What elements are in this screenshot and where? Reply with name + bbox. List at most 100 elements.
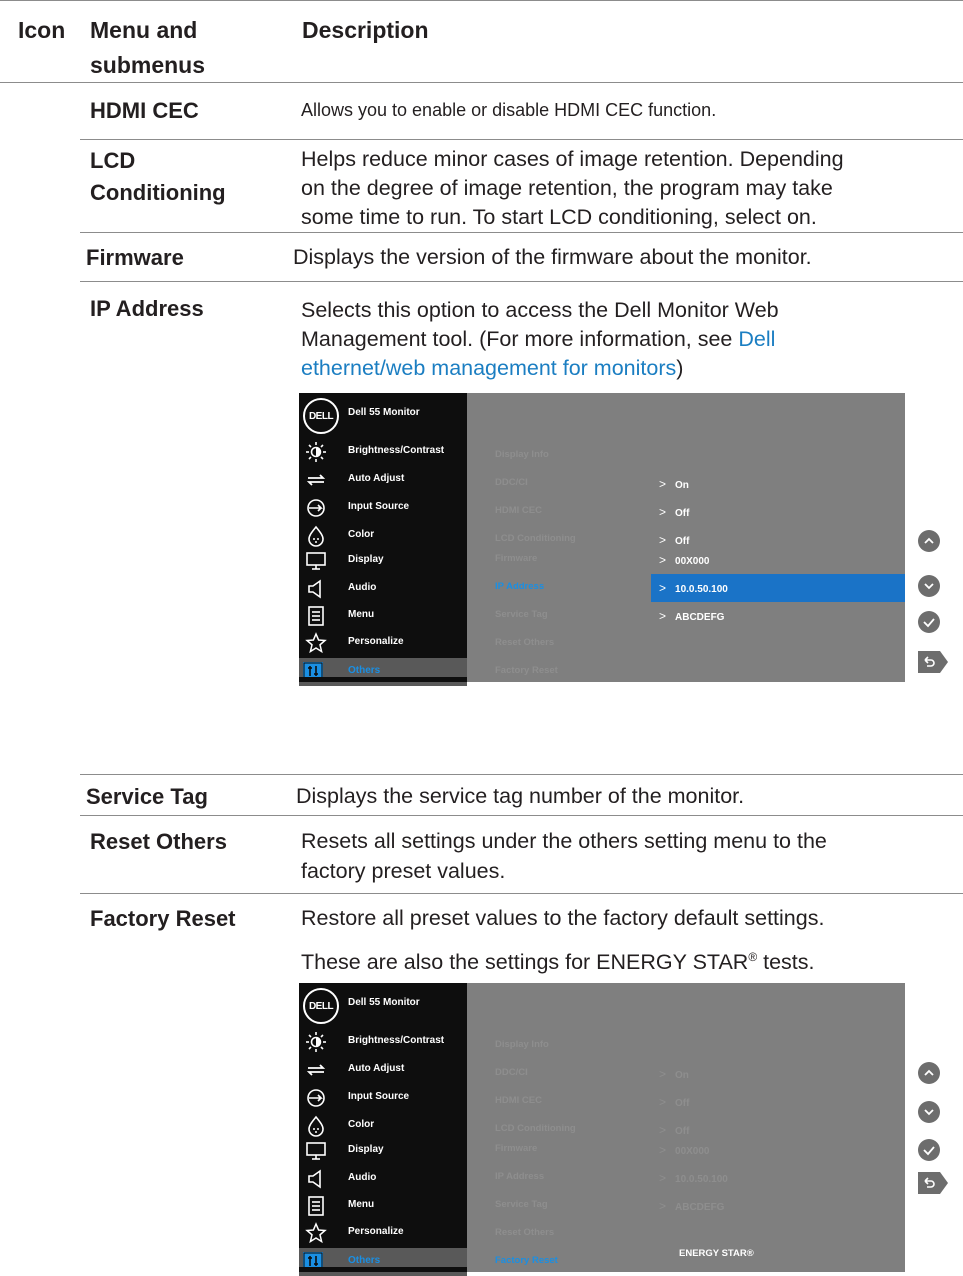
column-header-icon: Icon [18, 17, 66, 43]
down-arrow-icon[interactable] [918, 1101, 940, 1123]
desc-firmware: Displays the version of the firmware abo… [293, 245, 812, 269]
registered-mark: ® [748, 950, 758, 964]
desc-line: Restore all preset values to the factory… [301, 906, 825, 930]
osd-menu-label: Others [348, 1255, 381, 1266]
osd-menu-item[interactable]: Color [299, 522, 467, 550]
osd-value-hdmi-cec: > Off [659, 505, 690, 519]
dell-logo: DELL [303, 988, 339, 1024]
desc-text: tests. [757, 950, 815, 975]
display-icon [305, 1140, 327, 1162]
column-header-menu: Menu and [90, 17, 198, 43]
row-divider [80, 815, 963, 816]
osd-menu-label: Auto Adjust [348, 473, 405, 484]
osd-value-ddcci: > On [659, 1067, 689, 1081]
osd-screenshot-factory-reset: DELL Dell 55 Monitor Brightness/Contrast… [299, 983, 905, 1276]
table-top-rule [0, 0, 963, 1]
down-arrow-icon[interactable] [918, 575, 940, 597]
dell-link[interactable]: Dell [738, 327, 775, 351]
osd-menu-item[interactable]: Menu [299, 1192, 467, 1220]
desc-line: ethernet/web management for monitors) [301, 353, 683, 384]
color-icon [305, 525, 327, 547]
term-lcd-conditioning: LCD [90, 148, 136, 173]
menu-icon [305, 1195, 327, 1217]
term-ip-address: IP Address [90, 296, 204, 321]
row-divider [80, 774, 963, 775]
osd-value-firmware: >00X000 [659, 1143, 710, 1157]
desc-line: Management tool. (For more information, … [301, 324, 775, 355]
osd-menu-item[interactable]: Personalize [299, 629, 467, 657]
osd-menu-item[interactable]: Auto Adjust [299, 1056, 467, 1084]
osd-value-ip-address: >10.0.50.100 [659, 1171, 728, 1185]
back-icon[interactable] [918, 651, 948, 673]
osd-menu-item[interactable]: Brightness/Contrast [299, 1028, 467, 1056]
osd-value-hdmi-cec: > Off [659, 1095, 690, 1109]
osd-submenu-item[interactable]: Display Info [495, 1039, 549, 1050]
osd-menu-label: Color [348, 1119, 375, 1130]
osd-menu-item[interactable]: Brightness/Contrast [299, 438, 467, 466]
osd-menu-label: Others [348, 665, 381, 676]
ethernet-web-management-link[interactable]: ethernet/web management for monitors [301, 356, 676, 380]
up-arrow-icon[interactable] [918, 1062, 940, 1084]
term-hdmi-cec: HDMI CEC [90, 98, 199, 123]
osd-submenu-item[interactable]: IP Address [495, 581, 544, 592]
osd-value-energy-star: ENERGY STAR® [679, 1248, 754, 1259]
osd-menu-item[interactable]: Menu [299, 602, 467, 630]
osd-sidebar-bottom [299, 677, 467, 682]
osd-submenu-item[interactable]: Reset Others [495, 1227, 554, 1238]
osd-submenu-item[interactable]: DDC/CI [495, 1067, 528, 1078]
osd-submenu-item[interactable]: Firmware [495, 553, 537, 564]
osd-submenu-item[interactable]: DDC/CI [495, 477, 528, 488]
osd-menu-item[interactable]: Auto Adjust [299, 466, 467, 494]
desc-text: ) [676, 356, 684, 380]
osd-menu-item[interactable]: Color [299, 1112, 467, 1140]
osd-menu-item[interactable]: Input Source [299, 1084, 467, 1112]
osd-submenu-item[interactable]: LCD Conditioning [495, 1123, 576, 1134]
osd-menu-label: Brightness/Contrast [348, 445, 445, 456]
osd-menu-label: Input Source [348, 1091, 410, 1102]
osd-menu-label: Display [348, 554, 384, 565]
auto-adjust-icon [305, 469, 327, 491]
back-icon[interactable] [918, 1172, 948, 1194]
osd-menu-label: Personalize [348, 1226, 404, 1237]
check-icon[interactable] [918, 611, 940, 633]
osd-submenu-item[interactable]: Factory Reset [495, 1255, 558, 1266]
up-arrow-icon[interactable] [918, 530, 940, 552]
desc-line: on the degree of image retention, the pr… [301, 176, 833, 200]
osd-menu-label: Input Source [348, 501, 410, 512]
osd-submenu-item[interactable]: HDMI CEC [495, 505, 542, 516]
input-source-icon [305, 1087, 327, 1109]
row-divider [80, 281, 963, 282]
osd-submenu-item[interactable]: HDMI CEC [495, 1095, 542, 1106]
osd-value-lcd-conditioning: > Off [659, 1123, 690, 1137]
osd-menu-item[interactable]: Input Source [299, 494, 467, 522]
osd-menu-item[interactable]: Audio [299, 575, 467, 603]
osd-menu-item[interactable]: Audio [299, 1165, 467, 1193]
check-icon[interactable] [918, 1139, 940, 1161]
osd-submenu-item[interactable]: Service Tag [495, 609, 548, 620]
display-icon [305, 550, 327, 572]
osd-value-ip-address: >10.0.50.100 [659, 581, 728, 595]
term-factory-reset: Factory Reset [90, 906, 236, 931]
osd-title: Dell 55 Monitor [348, 407, 420, 418]
term-service-tag: Service Tag [86, 784, 208, 809]
osd-menu-item[interactable]: Display [299, 1137, 467, 1165]
color-icon [305, 1115, 327, 1137]
term-lcd-conditioning: Conditioning [90, 180, 226, 205]
osd-menu-label: Menu [348, 1199, 375, 1210]
osd-submenu-item[interactable]: IP Address [495, 1171, 544, 1182]
osd-submenu-item[interactable]: Display Info [495, 449, 549, 460]
row-divider [80, 893, 963, 894]
osd-menu-item[interactable]: Display [299, 547, 467, 575]
osd-submenu-item[interactable]: Service Tag [495, 1199, 548, 1210]
osd-submenu-item[interactable]: LCD Conditioning [495, 533, 576, 544]
osd-title: Dell 55 Monitor [348, 997, 420, 1008]
osd-menu-label: Audio [348, 1172, 377, 1183]
personalize-icon [305, 632, 327, 654]
osd-submenu-item[interactable]: Factory Reset [495, 665, 558, 676]
osd-value-service-tag: > ABCDEFG [659, 609, 725, 623]
osd-menu-item[interactable]: Personalize [299, 1219, 467, 1247]
osd-menu-label: Audio [348, 582, 377, 593]
osd-submenu-item[interactable]: Firmware [495, 1143, 537, 1154]
osd-submenu-item[interactable]: Reset Others [495, 637, 554, 648]
osd-value-firmware: >00X000 [659, 553, 710, 567]
